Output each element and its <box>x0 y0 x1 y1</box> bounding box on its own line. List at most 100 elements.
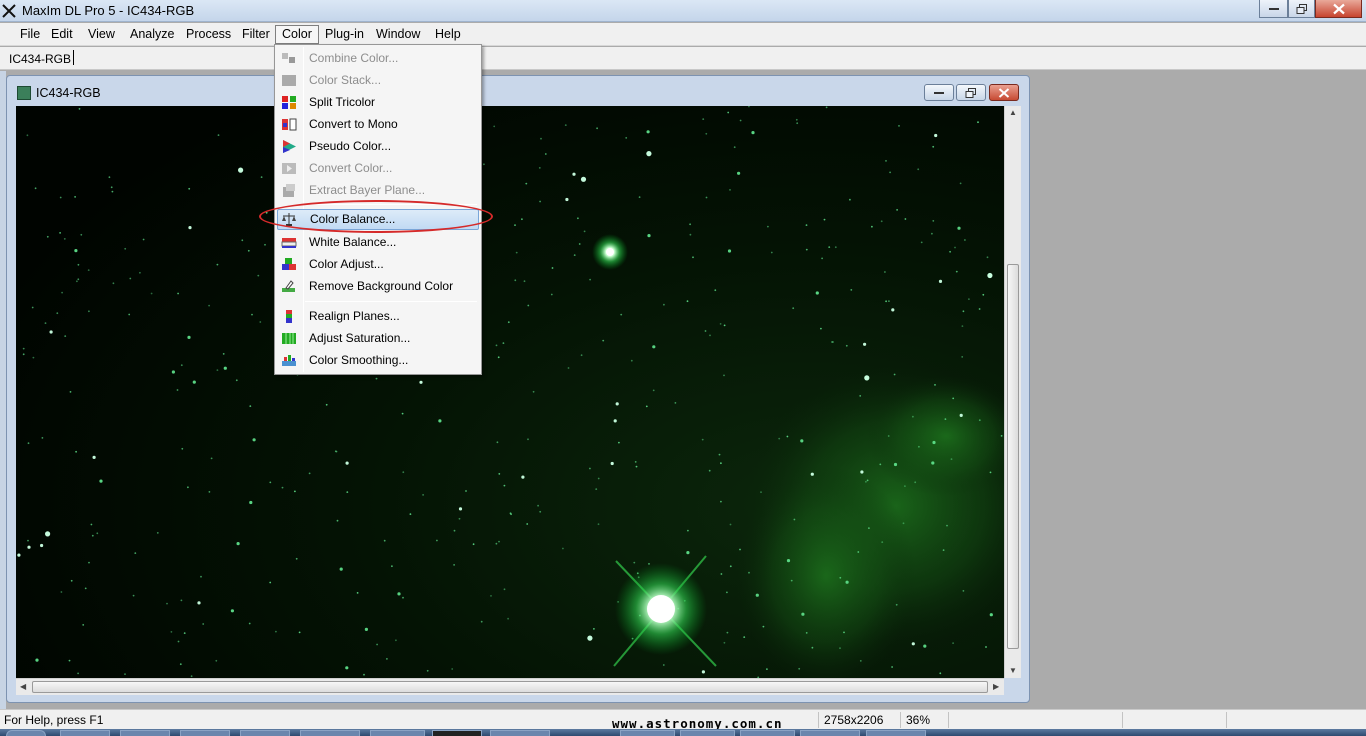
star <box>718 453 721 456</box>
scroll-down-icon[interactable]: ▼ <box>1009 666 1017 675</box>
child-minimize-button[interactable] <box>924 84 954 101</box>
menu-item-realign-planes[interactable]: Realign Planes... <box>277 306 479 327</box>
star <box>495 542 498 545</box>
star <box>580 354 583 357</box>
star <box>952 397 955 400</box>
menu-item-color-stack[interactable]: Color Stack... <box>277 70 479 91</box>
star <box>868 527 870 529</box>
star <box>498 473 501 475</box>
star <box>845 580 849 584</box>
star <box>708 469 711 472</box>
star <box>796 122 799 125</box>
scroll-left-icon[interactable]: ◀ <box>20 682 26 691</box>
star <box>480 620 483 623</box>
menu-color[interactable]: Color <box>275 25 319 44</box>
taskbar-button[interactable] <box>240 730 290 736</box>
star <box>166 602 168 605</box>
taskbar-button[interactable] <box>866 730 926 736</box>
close-button[interactable] <box>1315 0 1362 18</box>
menu-item-white-balance[interactable]: White Balance... <box>277 232 479 253</box>
star <box>108 176 111 179</box>
star <box>904 485 906 487</box>
taskbar-button[interactable] <box>370 730 425 736</box>
menu-item-color-smoothing[interactable]: Color Smoothing... <box>277 350 479 371</box>
menu-item-split-tricolor[interactable]: Split Tricolor <box>277 92 479 113</box>
star <box>235 379 238 382</box>
star <box>766 668 768 670</box>
star <box>839 647 841 649</box>
star <box>918 445 920 448</box>
star <box>295 557 298 560</box>
menu-analyze[interactable]: Analyze <box>124 25 180 44</box>
menu-item-color-adjust[interactable]: Color Adjust... <box>277 254 479 275</box>
star <box>514 279 517 282</box>
menu-filter[interactable]: Filter <box>236 25 276 44</box>
menu-file[interactable]: File <box>14 25 46 44</box>
taskbar-button[interactable] <box>60 730 110 736</box>
menu-item-combine-color[interactable]: Combine Color... <box>277 48 479 69</box>
taskbar-button[interactable] <box>800 730 860 736</box>
vertical-scrollbar[interactable]: ▲ ▼ <box>1004 106 1021 678</box>
taskbar-button[interactable] <box>120 730 170 736</box>
menu-plugin[interactable]: Plug-in <box>319 25 370 44</box>
menu-window[interactable]: Window <box>370 25 426 44</box>
star <box>525 182 528 185</box>
star <box>498 540 500 543</box>
scroll-right-icon[interactable]: ▶ <box>993 682 999 691</box>
scroll-up-icon[interactable]: ▲ <box>1009 108 1017 117</box>
taskbar-button[interactable] <box>180 730 230 736</box>
menu-item-extract-bayer[interactable]: Extract Bayer Plane... <box>277 180 479 201</box>
menu-item-pseudo-color[interactable]: Pseudo Color... <box>277 136 479 157</box>
restore-button[interactable] <box>1288 0 1315 18</box>
star <box>281 486 284 489</box>
star <box>720 500 722 503</box>
image-window[interactable]: IC434-RGB ▲ ▼ ◀ ▶ <box>6 75 1030 703</box>
taskbar-button[interactable] <box>300 730 360 736</box>
star <box>426 669 429 672</box>
horizontal-scroll-thumb[interactable] <box>32 681 988 693</box>
star <box>26 134 29 137</box>
taskbar-button[interactable] <box>680 730 735 736</box>
taskbar-button[interactable] <box>490 730 550 736</box>
menu-edit[interactable]: Edit <box>45 25 79 44</box>
taskbar-button[interactable] <box>620 730 675 736</box>
star <box>805 224 808 226</box>
menu-item-adjust-saturation[interactable]: Adjust Saturation... <box>277 328 479 349</box>
taskbar-button[interactable] <box>432 730 482 736</box>
star <box>795 118 798 121</box>
menu-item-convert-mono[interactable]: Convert to Mono <box>277 114 479 135</box>
menu-help[interactable]: Help <box>429 25 467 44</box>
star <box>510 513 512 516</box>
star <box>567 367 570 369</box>
star <box>652 389 655 392</box>
taskbar-button[interactable] <box>740 730 795 736</box>
star <box>646 130 650 134</box>
document-selector[interactable]: IC434-RGB <box>9 52 71 66</box>
minimize-button[interactable] <box>1259 0 1288 18</box>
menu-view[interactable]: View <box>82 25 121 44</box>
menu-process[interactable]: Process <box>180 25 237 44</box>
minimize-icon <box>1268 7 1279 10</box>
minimize-icon <box>934 91 944 94</box>
star <box>32 356 35 359</box>
image-window-title: IC434-RGB <box>36 86 101 100</box>
app-icon[interactable] <box>2 3 16 19</box>
star <box>180 364 183 367</box>
menu-item-convert-color[interactable]: Convert Color... <box>277 158 479 179</box>
close-icon <box>1332 3 1345 14</box>
star <box>880 220 883 223</box>
star <box>720 462 722 465</box>
child-close-button[interactable] <box>989 84 1019 101</box>
child-restore-button[interactable] <box>956 84 986 101</box>
astronomy-image[interactable] <box>16 106 1004 678</box>
vertical-scroll-thumb[interactable] <box>1007 264 1019 649</box>
menu-item-remove-background[interactable]: Remove Background Color <box>277 276 479 297</box>
start-button[interactable] <box>6 730 46 736</box>
star <box>950 458 953 460</box>
star <box>944 418 947 420</box>
star <box>27 539 29 542</box>
star <box>187 335 191 339</box>
toolbar: IC434-RGB <box>0 47 1366 70</box>
horizontal-scrollbar[interactable]: ◀ ▶ <box>16 678 1004 695</box>
star <box>917 168 920 171</box>
